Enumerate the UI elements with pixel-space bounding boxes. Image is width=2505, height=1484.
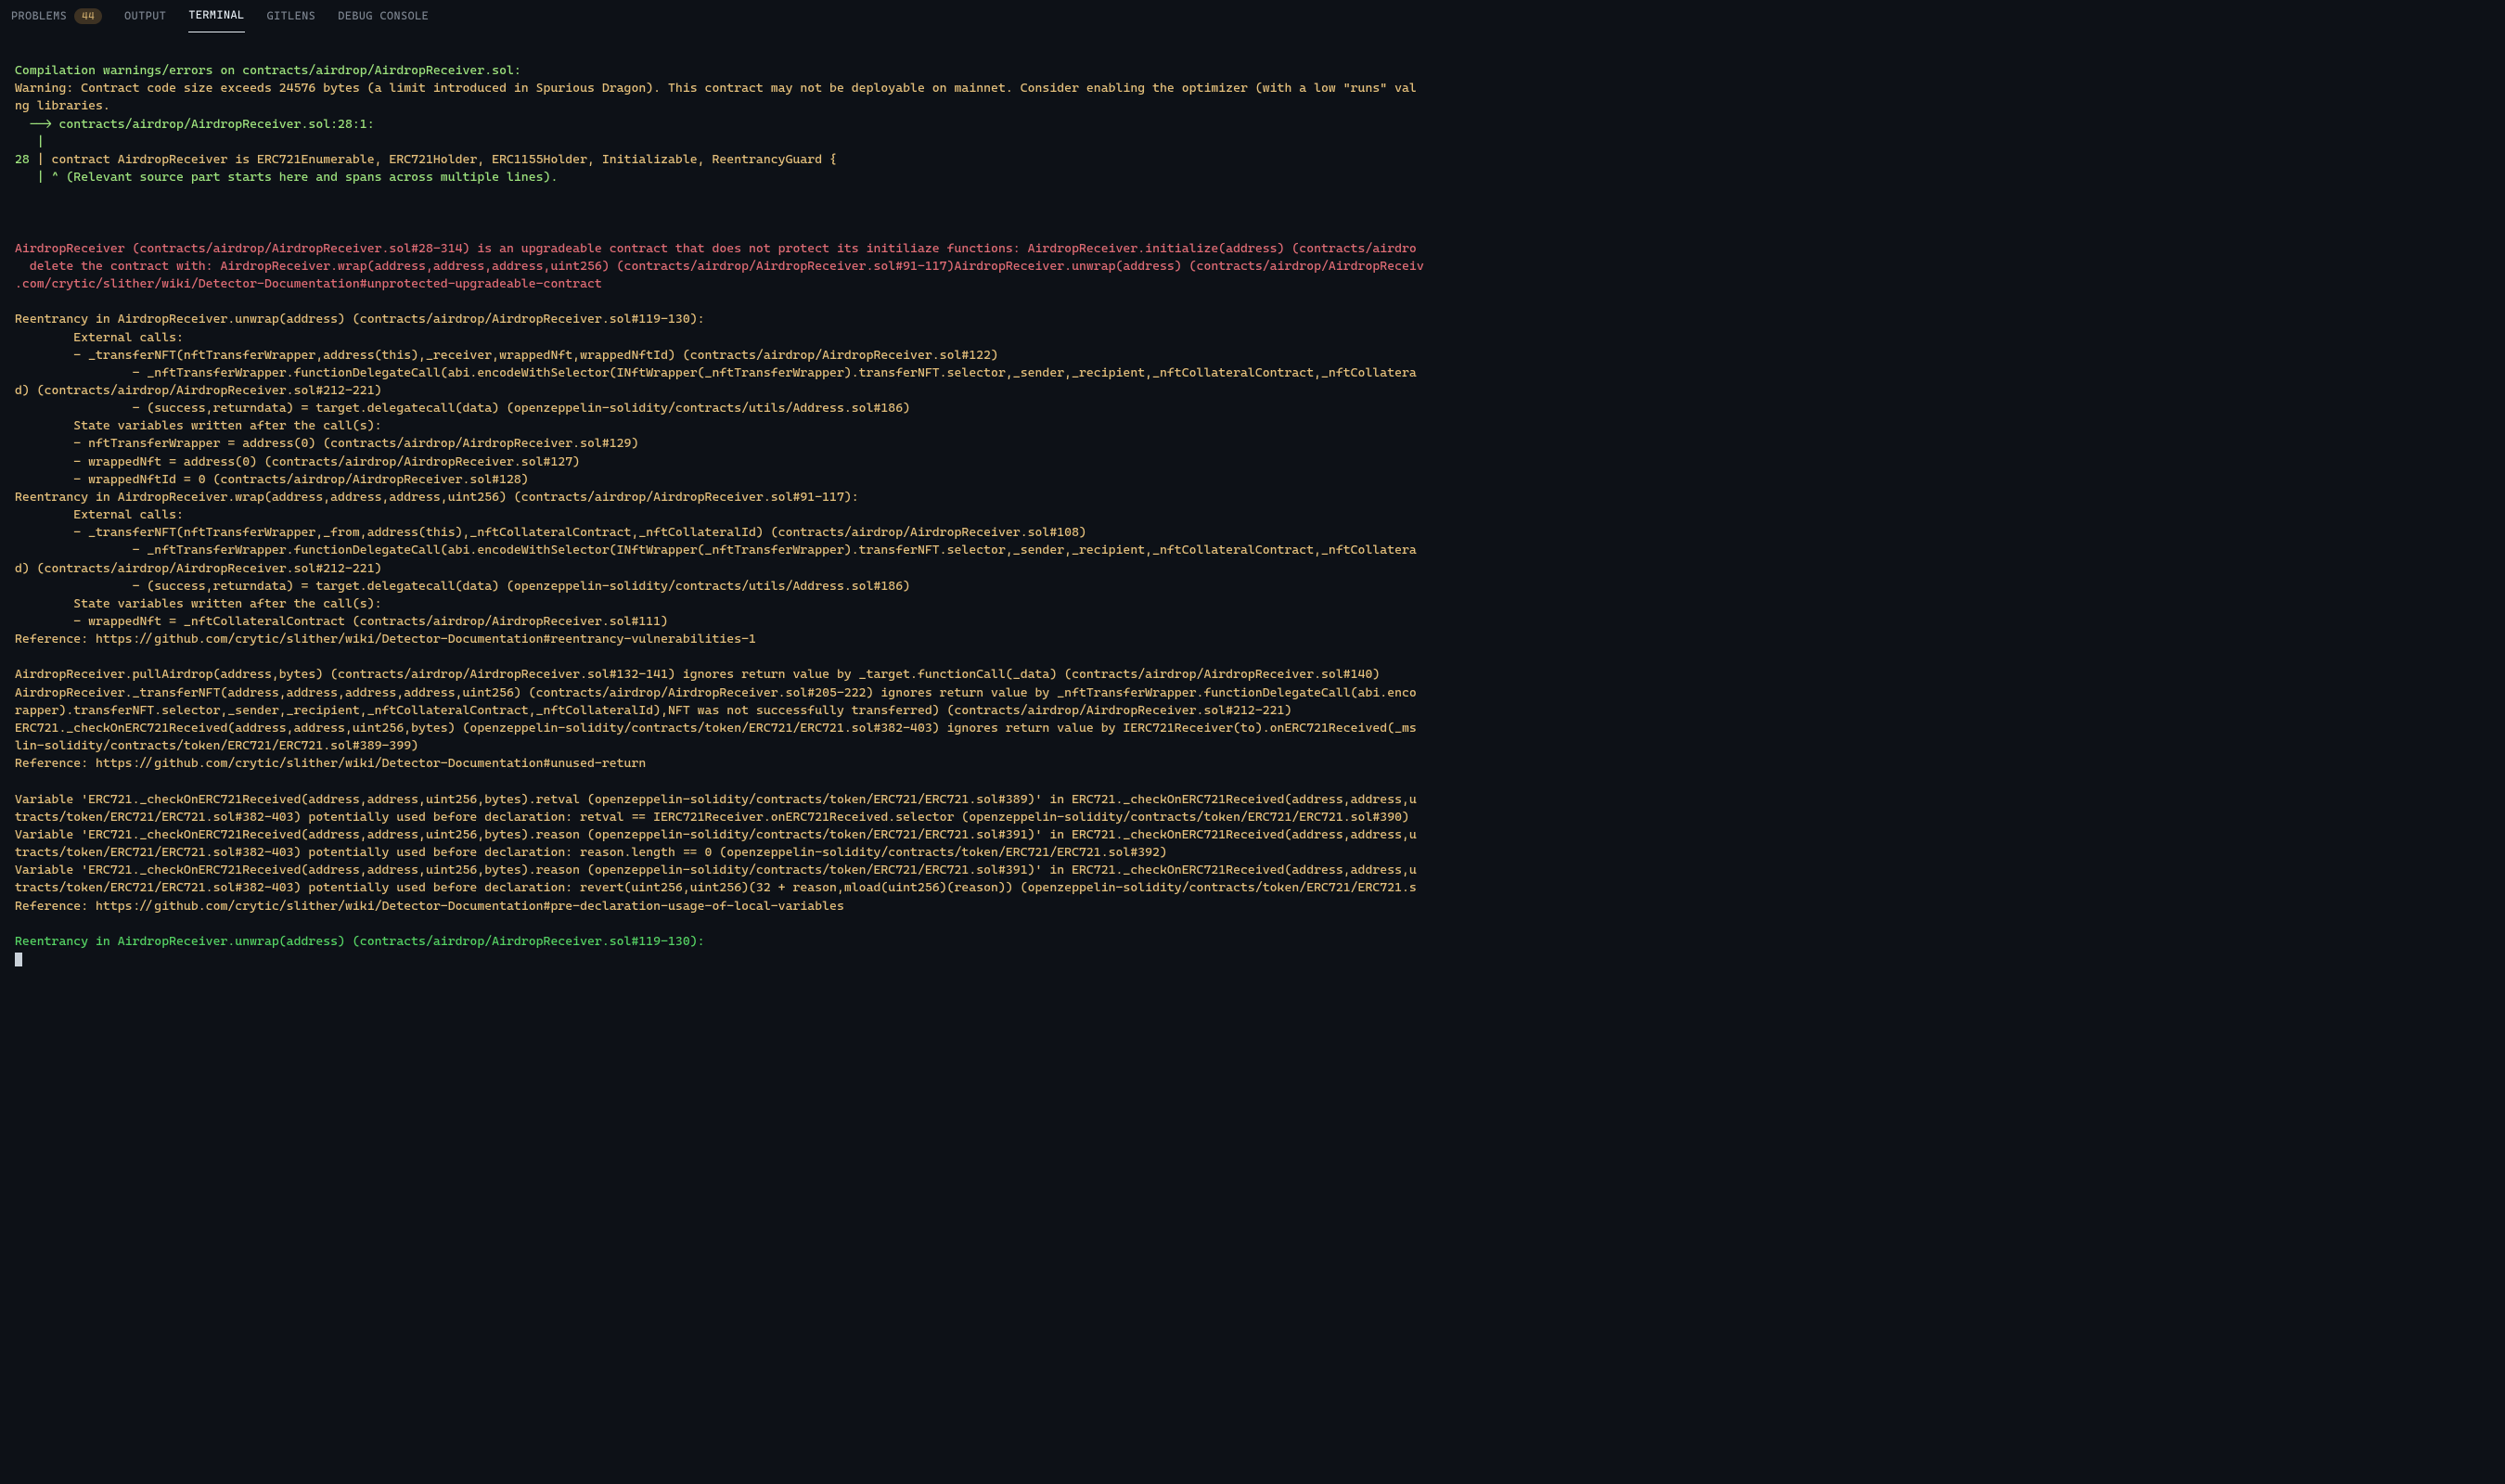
reference-line: Reference: https://github.com/crytic/sli… [15, 756, 646, 771]
detail-line: External calls: [15, 507, 184, 522]
source-line: | contract AirdropReceiver is ERC721Enum… [30, 152, 837, 167]
unused-return: AirdropReceiver.pullAirdrop(address,byte… [15, 667, 1380, 682]
reentrancy-header: Reentrancy in AirdropReceiver.wrap(addre… [15, 490, 859, 505]
tab-problems-label: PROBLEMS [11, 8, 67, 24]
detail-line: - wrappedNftId = 0 (contracts/airdrop/Ai… [15, 472, 529, 487]
detail-line: - nftTransferWrapper = address(0) (contr… [15, 436, 638, 451]
predeclaration: tracts/token/ERC721/ERC721.sol#382-403) … [15, 880, 1417, 895]
detail-line: - wrappedNft = _nftCollateralContract (c… [15, 614, 668, 629]
detail-line: - _nftTransferWrapper.functionDelegateCa… [15, 365, 1417, 380]
detail-line: State variables written after the call(s… [15, 418, 382, 433]
reference-line: Reference: https://github.com/crytic/sli… [15, 899, 844, 914]
detail-line: - wrappedNft = address(0) (contracts/air… [15, 454, 580, 469]
predeclaration: Variable 'ERC721._checkOnERC721Received(… [15, 827, 1417, 842]
tab-output-label: OUTPUT [124, 8, 166, 24]
detail-line: - _nftTransferWrapper.functionDelegateCa… [15, 543, 1417, 557]
predeclaration: Variable 'ERC721._checkOnERC721Received(… [15, 792, 1417, 807]
detail-line: - _transferNFT(nftTransferWrapper,addres… [15, 348, 998, 363]
terminal-output[interactable]: Compilation warnings/errors on contracts… [0, 33, 2505, 979]
error-upgradeable: delete the contract with: AirdropReceive… [15, 259, 1424, 274]
tab-debug-label: DEBUG CONSOLE [338, 8, 429, 24]
unused-return: AirdropReceiver._transferNFT(address,add… [15, 685, 1417, 700]
detail-line: - (success,returndata) = target.delegate… [15, 401, 910, 416]
detail-line: External calls: [15, 330, 184, 345]
unused-return: lin-solidity/contracts/token/ERC721/ERC7… [15, 738, 418, 753]
line-number: 28 [15, 152, 30, 167]
file-pointer: --> contracts/airdrop/AirdropReceiver.so… [15, 117, 375, 132]
error-upgradeable: .com/crytic/slither/wiki/Detector-Docume… [15, 276, 602, 291]
error-upgradeable: AirdropReceiver (contracts/airdrop/Airdr… [15, 241, 1417, 256]
tab-output[interactable]: OUTPUT [124, 1, 166, 32]
warning-line: Warning: Contract code size exceeds 2457… [15, 81, 1417, 96]
detail-line: d) (contracts/airdrop/AirdropReceiver.so… [15, 383, 382, 398]
reentrancy-header: Reentrancy in AirdropReceiver.unwrap(add… [15, 934, 705, 949]
detail-line: d) (contracts/airdrop/AirdropReceiver.so… [15, 561, 382, 576]
tab-gitlens[interactable]: GITLENS [267, 1, 316, 32]
predeclaration: tracts/token/ERC721/ERC721.sol#382-403) … [15, 845, 1167, 860]
tab-problems[interactable]: PROBLEMS 44 [11, 1, 102, 32]
gutter-line: | [15, 134, 45, 149]
detail-line: State variables written after the call(s… [15, 596, 382, 611]
panel-tabs: PROBLEMS 44 OUTPUT TERMINAL GITLENS DEBU… [0, 0, 2505, 33]
predeclaration: Variable 'ERC721._checkOnERC721Received(… [15, 863, 1417, 877]
tab-debug-console[interactable]: DEBUG CONSOLE [338, 1, 429, 32]
detail-line: - _transferNFT(nftTransferWrapper,_from,… [15, 525, 1086, 540]
unused-return: ERC721._checkOnERC721Received(address,ad… [15, 721, 1417, 736]
unused-return: rapper).transferNFT.selector,_sender,_re… [15, 703, 1291, 718]
terminal-cursor [15, 953, 22, 966]
reference-line: Reference: https://github.com/crytic/sli… [15, 632, 756, 646]
tab-terminal-label: TERMINAL [188, 7, 244, 23]
tab-gitlens-label: GITLENS [267, 8, 316, 24]
predeclaration: tracts/token/ERC721/ERC721.sol#382-403) … [15, 810, 1409, 825]
problems-count-badge: 44 [74, 8, 102, 25]
caret-note: | ^ (Relevant source part starts here an… [15, 170, 558, 185]
tab-terminal[interactable]: TERMINAL [188, 0, 244, 32]
compile-header: Compilation warnings/errors on contracts… [15, 63, 521, 78]
warning-line: ng libraries. [15, 98, 110, 113]
detail-line: - (success,returndata) = target.delegate… [15, 579, 910, 594]
reentrancy-header: Reentrancy in AirdropReceiver.unwrap(add… [15, 312, 705, 326]
